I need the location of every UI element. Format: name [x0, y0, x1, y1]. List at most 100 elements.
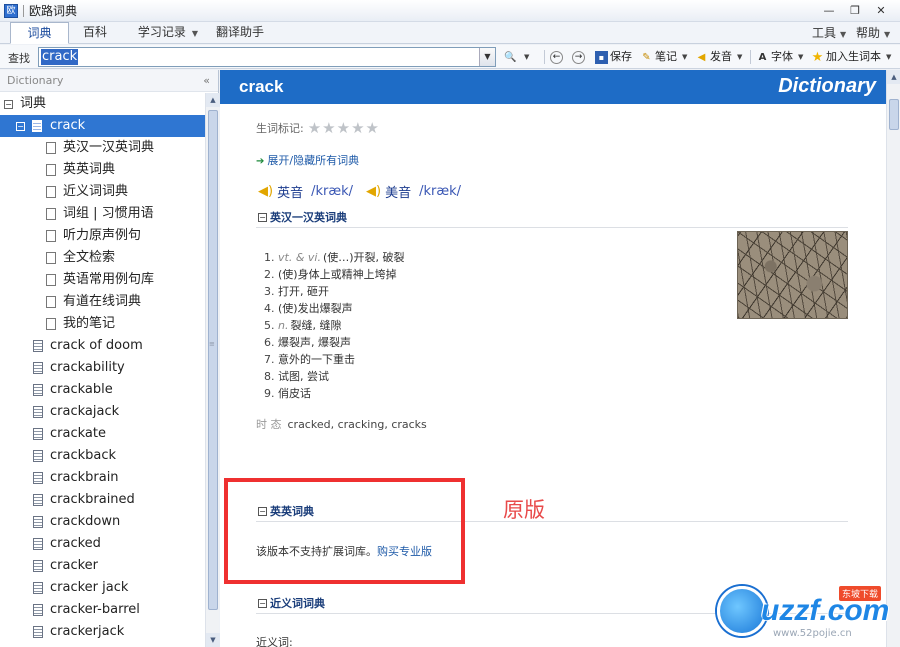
tree-item-word[interactable]: crackback	[0, 445, 205, 467]
definition-text: 爆裂声, 爆裂声	[278, 336, 351, 349]
tree-item-dictionary[interactable]: 听力原声例句	[0, 225, 205, 247]
tree-item-word[interactable]: crackbrained	[0, 489, 205, 511]
forward-button[interactable]: →	[572, 48, 587, 66]
tab-encyclopedia[interactable]: 百科	[70, 22, 120, 44]
collapse-icon[interactable]: −	[258, 598, 267, 608]
speaker-icon[interactable]: ◀)	[258, 184, 273, 199]
scroll-down-arrow-icon[interactable]: ▼	[206, 633, 220, 647]
definition-text: (使…)开裂, 破裂	[322, 251, 405, 264]
tree-item-label: crackdown	[50, 514, 121, 529]
content-scroll-thumb[interactable]	[889, 99, 899, 130]
app-logo-icon: 欧	[4, 3, 18, 18]
rating-stars[interactable]: ★★★★★	[308, 119, 380, 137]
document-icon	[46, 318, 56, 330]
help-menu[interactable]: 帮助 ▼	[856, 24, 890, 41]
font-button[interactable]: A 字体 ▼	[756, 48, 804, 66]
part-of-speech: vt. & vi.	[278, 251, 321, 264]
tab-study-record[interactable]: 学习记录 ▼	[128, 22, 208, 44]
add-to-wordbook-button[interactable]: ★ 加入生词本 ▼	[811, 48, 892, 66]
tree-item-dictionary[interactable]: 英汉一汉英词典	[0, 137, 205, 159]
search-input[interactable]: crack	[41, 49, 79, 65]
expand-all-link[interactable]: ➔ 展开/隐藏所有词典	[256, 152, 359, 168]
star-icon[interactable]: ★	[351, 119, 365, 137]
tree-item-label: 英汉一汉英词典	[63, 140, 155, 155]
sidebar-scrollbar[interactable]: ▲ ▼	[205, 93, 220, 647]
chevron-down-icon: ▼	[191, 29, 199, 38]
tree-item-label: 我的笔记	[63, 316, 116, 331]
collapse-icon[interactable]: −	[4, 100, 13, 109]
tab-translation[interactable]: 翻译助手	[210, 22, 270, 44]
tree-root-dictionary[interactable]: − 词典	[0, 93, 205, 115]
pronunciation-us[interactable]: ◀) 美音 /kræk/	[366, 182, 461, 201]
note-button[interactable]: ✎ 笔记 ▼	[640, 48, 687, 66]
back-button[interactable]: ←	[550, 48, 565, 66]
document-icon	[33, 604, 43, 616]
search-box[interactable]: crack ▼	[38, 47, 496, 67]
minimize-button[interactable]: —	[816, 2, 842, 19]
title-separator	[23, 4, 24, 17]
tree-item-dictionary[interactable]: 全文检索	[0, 247, 205, 269]
star-icon[interactable]: ★	[308, 119, 322, 137]
tree-item-dictionary[interactable]: 英英词典	[0, 159, 205, 181]
tree-item-label: cracker-barrel	[50, 602, 140, 617]
definition-item: 5. n. 裂缝, 缝隙	[264, 317, 405, 334]
sidebar: Dictionary « − 词典 − crack 英汉一汉英词典 英英词典 近义词…	[0, 70, 220, 647]
title-bar: 欧 欧路词典 — ❐ ✕	[0, 0, 900, 22]
tree-item-word[interactable]: crackajack	[0, 401, 205, 423]
tree-item-dictionary[interactable]: 有道在线词典	[0, 291, 205, 313]
tools-menu[interactable]: 工具 ▼	[812, 24, 846, 41]
tree-item-word[interactable]: crack of doom	[0, 335, 205, 357]
tree-item-dictionary[interactable]: 近义词词典	[0, 181, 205, 203]
document-icon	[46, 274, 56, 286]
document-icon	[46, 142, 56, 154]
tree-item-word[interactable]: crackable	[0, 379, 205, 401]
content-scrollbar[interactable]: ▲	[886, 70, 900, 647]
tree-item-dictionary[interactable]: 英语常用例句库	[0, 269, 205, 291]
tree-item-word[interactable]: cracker	[0, 555, 205, 577]
pronunciation-uk[interactable]: ◀) 英音 /kræk/	[258, 182, 353, 201]
tree-item-word[interactable]: crackerjack	[0, 621, 205, 643]
maximize-button[interactable]: ❐	[842, 2, 868, 19]
chevron-down-icon: ▼	[840, 30, 847, 39]
section-ec-dictionary[interactable]: − 英汉一汉英词典	[258, 209, 347, 225]
search-button[interactable]: 🔍 ▼	[504, 48, 529, 66]
definition-number: 5.	[264, 319, 275, 332]
tree-item-word[interactable]: crackability	[0, 357, 205, 379]
speaker-icon[interactable]: ◀)	[366, 184, 381, 199]
star-icon[interactable]: ★	[366, 119, 380, 137]
definition-item: 9. 俏皮话	[264, 385, 405, 402]
star-icon[interactable]: ★	[322, 119, 336, 137]
forward-arrow-icon: →	[572, 50, 585, 64]
sidebar-scroll-thumb[interactable]	[208, 110, 218, 610]
collapse-icon[interactable]: −	[16, 122, 25, 131]
collapse-icon[interactable]: −	[258, 212, 267, 222]
tree-item-word[interactable]: cracker jack	[0, 577, 205, 599]
watermark-logo-icon	[717, 586, 767, 636]
tree-item-word[interactable]: cracker-barrel	[0, 599, 205, 621]
definition-item: 8. 试图, 尝试	[264, 368, 405, 385]
tree-item-word[interactable]: crackbrain	[0, 467, 205, 489]
tree-item-word[interactable]: cracked	[0, 533, 205, 555]
pronounce-button[interactable]: ◀ 发音 ▼	[695, 48, 743, 66]
word-rating: 生词标记: ★★★★★	[256, 119, 380, 137]
tree-item-word[interactable]: crackate	[0, 423, 205, 445]
save-button[interactable]: ▪ 保存	[595, 48, 632, 66]
section-synonym-dictionary[interactable]: − 近义词词典	[258, 595, 325, 611]
tree-item-dictionary[interactable]: 词组 | 习惯用语	[0, 203, 205, 225]
tree-item-label: 听力原声例句	[63, 228, 142, 243]
tree-item-word[interactable]: crackdown	[0, 511, 205, 533]
document-icon	[32, 120, 42, 132]
tree-item-dictionary[interactable]: 我的笔记	[0, 313, 205, 335]
tab-dictionary[interactable]: 词典	[10, 22, 69, 44]
close-button[interactable]: ✕	[868, 2, 894, 19]
tree-item-selected-word[interactable]: − crack	[0, 115, 205, 137]
collapse-sidebar-button[interactable]: «	[203, 70, 210, 92]
star-icon[interactable]: ★	[337, 119, 351, 137]
document-icon	[46, 164, 56, 176]
scroll-up-arrow-icon[interactable]: ▲	[887, 70, 900, 84]
scroll-up-arrow-icon[interactable]: ▲	[206, 93, 220, 107]
search-history-dropdown[interactable]: ▼	[479, 48, 495, 66]
tree-item-label: cracked	[50, 536, 101, 551]
tab-bar: 词典 百科 学习记录 ▼ 翻译助手 工具 ▼ 帮助 ▼	[0, 22, 900, 44]
splitter-grip-icon[interactable]: ≡	[209, 340, 215, 348]
